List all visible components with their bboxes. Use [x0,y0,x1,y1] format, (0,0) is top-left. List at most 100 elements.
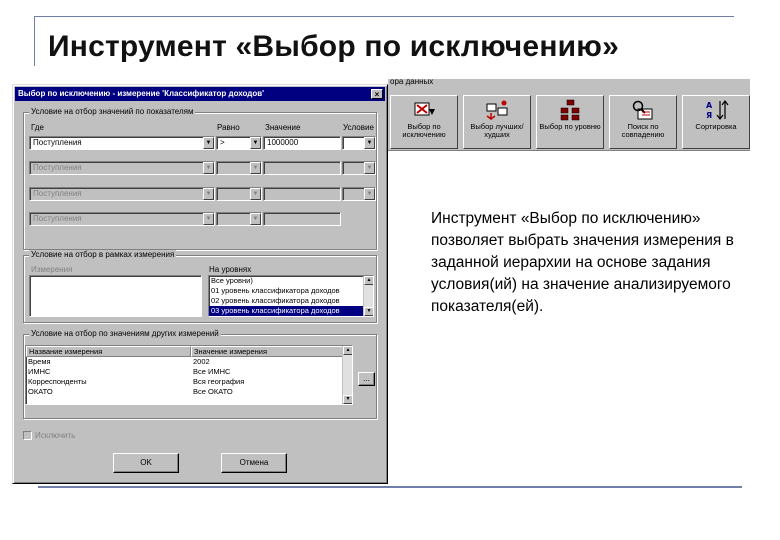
slide-description: Инструмент «Выбор по исключению» позволя… [431,210,734,315]
table-row[interactable]: ОКАТО Все ОКАТО [26,387,352,397]
best-worst-select-icon [486,100,508,120]
chevron-down-icon[interactable]: ▼ [364,162,375,174]
value-input-3[interactable] [263,187,341,201]
match-search-icon [632,100,653,120]
level-item[interactable]: 01 уровень классификатора доходов [209,286,373,296]
dialog-titlebar: Выбор по исключению - измерение 'Классиф… [15,87,385,101]
scroll-down-icon[interactable]: ▼ [343,395,352,404]
levels-scrollbar[interactable]: ▲ ▼ [363,276,373,316]
measurement-name-cell: ОКАТО [28,387,53,396]
measurement-value-header[interactable]: Значение измерения [191,346,343,357]
value-input-4[interactable] [263,212,341,226]
value-column-label: Значение [265,123,301,132]
operator-select-2[interactable]: ▼ [216,161,262,175]
cancel-button[interactable]: Отмена [221,453,287,473]
value-input-1[interactable]: 1000000 [263,136,341,150]
chevron-down-icon[interactable]: ▼ [203,137,214,149]
best-worst-select-button[interactable]: Выбор лучших/худших [463,95,531,149]
measurement-label: Измерения [31,265,73,274]
condition-select-3[interactable]: ▼ [342,187,376,201]
chevron-down-icon[interactable]: ▼ [250,137,261,149]
other-measurements-grid[interactable]: Название измерения Значение измерения Вр… [25,345,353,405]
table-row[interactable]: ИМНС Все ИМНС [26,367,352,377]
measurement-name-cell: ИМНС [28,367,51,376]
indicator-condition-group: Условие на отбор значений по показателям [23,107,377,250]
exclusion-select-icon [414,102,435,116]
slide-top-rule [34,16,734,17]
where-select-4[interactable]: Поступления ▼ [29,212,215,226]
slide-title: Инструмент «Выбор по исключению» [48,30,619,63]
indicator-condition-title: Условие на отбор значений по показателям [29,107,196,116]
match-search-button[interactable]: Поиск по совпадению [609,95,677,149]
where-select-3[interactable]: Поступления ▼ [29,187,215,201]
operator-select-1-value: > [220,138,225,147]
chevron-down-icon[interactable]: ▼ [250,213,261,225]
sort-icon: A Я [706,100,729,120]
where-select-3-value: Поступления [33,189,82,198]
chevron-down-icon[interactable]: ▼ [250,162,261,174]
slide-left-rule [34,16,35,66]
grid-header: Название измерения Значение измерения [26,346,352,357]
where-select-1-value: Поступления [33,138,82,147]
level-select-label: Выбор по уровню [539,122,601,131]
match-search-label: Поиск по совпадению [621,122,665,139]
where-select-2-value: Поступления [33,163,82,172]
where-select-4-value: Поступления [33,214,82,223]
measurement-value-cell: Вся география [193,377,245,386]
level-select-icon [560,99,580,121]
table-row[interactable]: Время 2002 [26,357,352,367]
toolbar-caption: ора данных [390,77,434,86]
scroll-up-icon[interactable]: ▲ [343,346,352,355]
where-column-label: Где [31,123,44,132]
chevron-down-icon[interactable]: ▼ [203,213,214,225]
levels-label: На уровнях [209,265,252,274]
level-item-selected[interactable]: 03 уровень классификатора доходов [209,306,373,316]
svg-text:Я: Я [706,111,712,120]
ok-button[interactable]: OK [113,453,179,473]
sort-label: Сортировка [695,122,737,131]
where-select-2[interactable]: Поступления ▼ [29,161,215,175]
condition-column-label: Условие [343,123,374,132]
selection-toolbar: ора данных Выбор по исключению Выбор луч… [388,77,750,151]
chevron-down-icon[interactable]: ▼ [250,188,261,200]
chevron-down-icon[interactable]: ▼ [203,162,214,174]
measurement-value-cell: Все ОКАТО [193,387,233,396]
svg-text:A: A [706,101,713,110]
condition-select-2[interactable]: ▼ [342,161,376,175]
operator-select-4[interactable]: ▼ [216,212,262,226]
operator-select-1[interactable]: > ▼ [216,136,262,150]
measurement-name-cell: Корреспонденты [28,377,87,386]
scroll-up-icon[interactable]: ▲ [364,276,373,285]
measurement-list[interactable] [29,275,202,317]
table-row[interactable]: Корреспонденты Вся география [26,377,352,387]
where-select-1[interactable]: Поступления ▼ [29,136,215,150]
exclusion-select-button[interactable]: Выбор по исключению [390,95,458,149]
slide-bottom-rule [38,486,742,488]
chevron-down-icon[interactable]: ▼ [364,188,375,200]
measurement-value-cell: 2002 [193,357,210,366]
levels-list[interactable]: Все уровни) 01 уровень классификатора до… [208,275,374,317]
level-select-button[interactable]: Выбор по уровню [536,95,604,149]
best-worst-select-label: Выбор лучших/худших [470,122,524,139]
exclude-checkbox-label: Исключить [35,431,76,440]
level-item[interactable]: Все уровни) [209,276,373,286]
sort-button[interactable]: A Я Сортировка [682,95,750,149]
close-button[interactable]: × [371,89,383,99]
chevron-down-icon[interactable]: ▼ [203,188,214,200]
exclusion-dialog: Выбор по исключению - измерение 'Классиф… [12,84,388,484]
operator-select-3[interactable]: ▼ [216,187,262,201]
measurement-name-header[interactable]: Название измерения [26,346,191,357]
measurement-name-cell: Время [28,357,51,366]
exclude-checkbox[interactable] [23,431,32,440]
scroll-down-icon[interactable]: ▼ [364,307,373,316]
equals-column-label: Равно [217,123,240,132]
value-input-2[interactable] [263,161,341,175]
grid-scrollbar[interactable]: ▲ ▼ [342,346,352,404]
level-item[interactable]: 02 уровень классификатора доходов [209,296,373,306]
browse-button[interactable]: ... [358,372,375,386]
measurement-condition-title: Условие на отбор в рамках измерения [29,250,177,259]
condition-select-1[interactable]: ▼ [342,136,376,150]
chevron-down-icon[interactable]: ▼ [364,137,375,149]
other-measurements-title: Условие на отбор по значениям других изм… [29,329,221,338]
dialog-title: Выбор по исключению - измерение 'Классиф… [18,89,265,98]
